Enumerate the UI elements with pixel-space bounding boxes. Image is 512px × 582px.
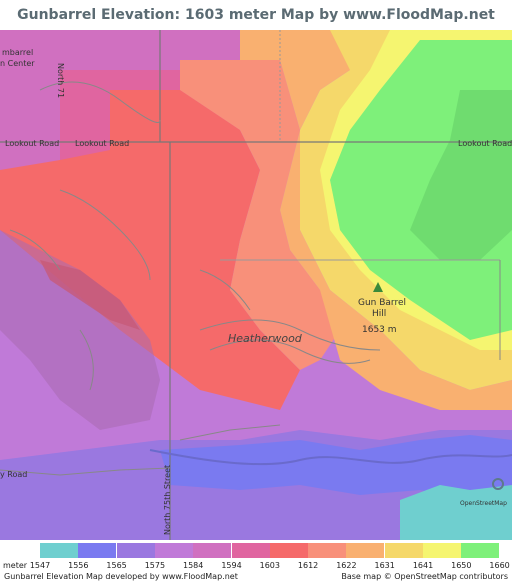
legend-value-1622: 1622 xyxy=(336,561,357,570)
peak-name-label-2: Hill xyxy=(372,309,386,319)
legend-swatch-1594 xyxy=(231,543,270,558)
north-71-label: North 71 xyxy=(56,63,65,98)
openstreetmap-logo[interactable]: OpenStreetMap xyxy=(460,474,507,507)
lookout-road-label-1: Lookout Road xyxy=(5,139,59,148)
north-75th-label: North 75th Street xyxy=(163,465,172,535)
footer-credit-right: Base map © OpenStreetMap contributors xyxy=(341,572,508,581)
legend-value-1594: 1594 xyxy=(221,561,242,570)
legend-swatch-1612 xyxy=(308,543,347,558)
legend-swatch-1603 xyxy=(269,543,308,558)
legend-value-1547: 1547 xyxy=(29,561,51,570)
peak-elevation-label: 1653 m xyxy=(362,325,397,335)
legend-value-1603: 1603 xyxy=(259,561,280,570)
footer-credit-left: Gunbarrel Elevation Map developed by www… xyxy=(4,572,238,581)
peak-name-label: Gun Barrel xyxy=(358,298,406,308)
legend-value-1660: 1660 xyxy=(489,561,510,570)
legend-value-1575: 1575 xyxy=(144,561,166,570)
gunbarrel-center-line-1: mbarrel xyxy=(2,48,33,57)
legend-value-1612: 1612 xyxy=(297,561,319,570)
legend-value-1565: 1565 xyxy=(106,561,127,570)
lookout-road-label-3: Lookout Road xyxy=(458,139,512,148)
legend-value-1584: 1584 xyxy=(183,561,204,570)
legend-value-1650: 1650 xyxy=(451,561,472,570)
legend-swatch-1641 xyxy=(423,543,461,558)
legend-swatch-1565 xyxy=(116,543,155,558)
lookout-road-label-2: Lookout Road xyxy=(75,139,129,148)
legend-swatch-1556 xyxy=(78,543,117,558)
legend-value-1631: 1631 xyxy=(374,561,395,570)
page-title: Gunbarrel Elevation: 1603 meter Map by w… xyxy=(17,7,495,53)
elevation-map[interactable]: Lookout Road Lookout Road Lookout Road N… xyxy=(0,30,512,540)
legend-swatch-1584 xyxy=(193,543,232,558)
gunbarrel-center-line-2: n Center xyxy=(0,59,35,68)
legend-swatch-1631 xyxy=(384,543,423,558)
legend-swatch-1650 xyxy=(461,543,500,558)
elevation-legend: meter 1547 1556 1565 1575 1584 1594 1603 1612 16… xyxy=(0,541,512,582)
heatherwood-label: Heatherwood xyxy=(228,332,303,345)
legend-swatch-1622 xyxy=(346,543,385,558)
legend-value-1641: 1641 xyxy=(412,561,434,570)
legend-swatch-1547 xyxy=(40,543,78,558)
legend-value-1556: 1556 xyxy=(68,561,89,570)
map-canvas: Lookout Road Lookout Road Lookout Road N… xyxy=(0,30,512,540)
magnifier-icon xyxy=(492,477,504,490)
y-road-label: y Road xyxy=(0,470,27,479)
legend-swatch-1575 xyxy=(154,543,193,558)
osm-logo-text: OpenStreetMap xyxy=(460,500,507,507)
